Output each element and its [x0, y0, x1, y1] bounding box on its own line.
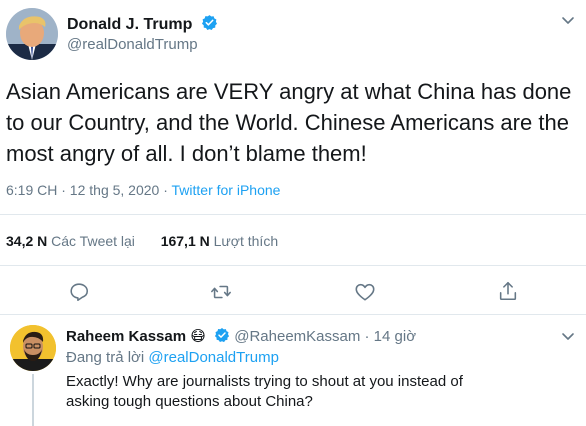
mask-emoji-icon: 😷 [190, 328, 206, 345]
thread-line [32, 374, 34, 426]
tweet-text: Asian Americans are VERY angry at what C… [6, 79, 572, 166]
reply-icon[interactable] [68, 281, 90, 303]
replying-to: Đang trả lời @realDonaldTrump [66, 349, 279, 366]
author-handle[interactable]: @realDonaldTrump [67, 36, 198, 53]
author-avatar[interactable] [6, 8, 58, 60]
divider [0, 314, 586, 315]
avatar-portrait-icon [6, 8, 58, 60]
reply-author-name[interactable]: Raheem Kassam [66, 328, 186, 345]
tweet-timestamp[interactable]: 6:19 CH · 12 thg 5, 2020 · [6, 182, 172, 198]
like-icon[interactable] [354, 281, 376, 303]
replying-to-label: Đang trả lời [66, 349, 145, 366]
reply-timestamp[interactable]: · 14 giờ [365, 328, 417, 345]
share-icon[interactable] [497, 280, 519, 302]
likes-stat[interactable]: 167,1 N Lượt thích [161, 233, 278, 249]
retweets-label: Các Tweet lại [51, 233, 135, 249]
reply-author-avatar[interactable] [10, 325, 56, 371]
reply-text: Exactly! Why are journalists trying to s… [66, 373, 463, 410]
reply-header: Raheem Kassam 😷 @RaheemKassam · 14 giờ [66, 327, 416, 345]
retweets-stat[interactable]: 34,2 N Các Tweet lại [6, 233, 135, 249]
divider [0, 265, 586, 266]
replying-to-link[interactable]: @realDonaldTrump [148, 349, 279, 366]
retweet-icon[interactable] [210, 281, 232, 303]
avatar-portrait-icon [10, 325, 56, 371]
tweet-source-link[interactable]: Twitter for iPhone [172, 182, 281, 198]
tweet-stats: 34,2 N Các Tweet lại 167,1 N Lượt thích [6, 233, 278, 249]
chevron-down-icon[interactable] [560, 12, 576, 28]
retweets-count: 34,2 N [6, 233, 48, 249]
divider [0, 214, 586, 215]
verified-badge-icon [201, 15, 217, 31]
chevron-down-icon[interactable] [560, 328, 576, 344]
author-name-text[interactable]: Donald J. Trump [67, 16, 192, 33]
author-name[interactable]: Donald J. Trump [67, 14, 218, 34]
likes-label: Lượt thích [213, 233, 279, 249]
likes-count: 167,1 N [160, 233, 210, 249]
tweet-meta: 6:19 CH · 12 thg 5, 2020 · Twitter for i… [6, 182, 280, 198]
verified-badge-icon [214, 328, 230, 343]
reply-author-handle[interactable]: @RaheemKassam [234, 328, 360, 345]
